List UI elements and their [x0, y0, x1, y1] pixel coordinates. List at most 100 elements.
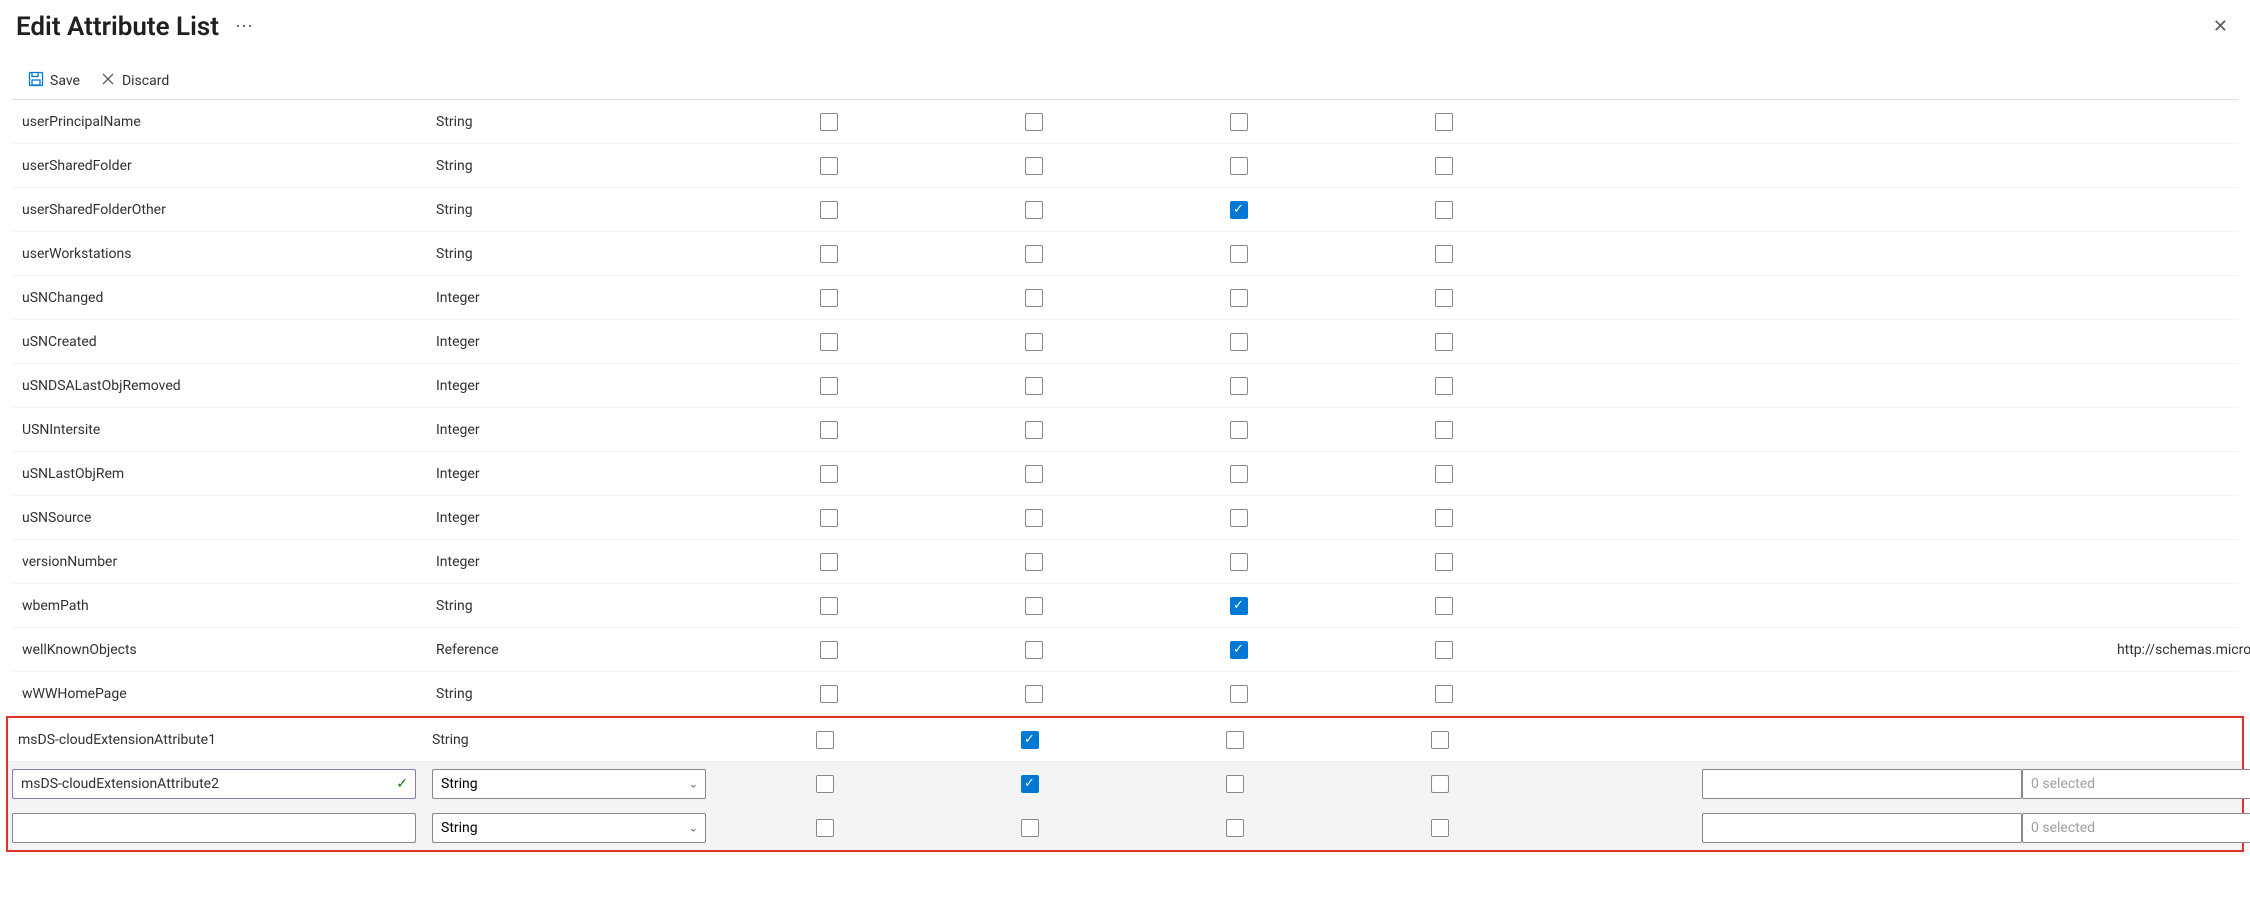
checkbox[interactable] — [1431, 731, 1449, 749]
checkbox[interactable] — [820, 289, 838, 307]
checkbox[interactable] — [1230, 113, 1248, 131]
checkbox[interactable] — [1025, 509, 1043, 527]
checkbox[interactable] — [1230, 157, 1248, 175]
checkbox[interactable] — [1025, 641, 1043, 659]
checkbox[interactable] — [1435, 333, 1453, 351]
checkbox[interactable] — [1025, 113, 1043, 131]
checkbox[interactable] — [820, 113, 838, 131]
checkbox[interactable] — [820, 509, 838, 527]
checkbox[interactable] — [1431, 775, 1449, 793]
checkbox[interactable] — [820, 333, 838, 351]
multi-select[interactable]: 0 selected⌄ — [2022, 813, 2250, 843]
checkbox[interactable] — [1230, 245, 1248, 263]
checkbox[interactable] — [1230, 597, 1248, 615]
attr-name: userSharedFolderOther — [16, 202, 436, 218]
checkbox[interactable] — [820, 465, 838, 483]
checkbox[interactable] — [1435, 685, 1453, 703]
checkbox[interactable] — [1025, 333, 1043, 351]
attr-value-input[interactable] — [1702, 769, 2022, 799]
checkbox[interactable] — [820, 685, 838, 703]
attr-type-select[interactable]: StringIntegerReferenceBooleanBinary — [432, 769, 706, 799]
attr-name: USNIntersite — [16, 422, 436, 438]
attr-type-select[interactable]: StringIntegerReferenceBooleanBinary — [432, 813, 706, 843]
attr-name: uSNCreated — [16, 334, 436, 350]
checkbox[interactable] — [1025, 597, 1043, 615]
discard-button[interactable]: Discard — [100, 71, 169, 91]
checkbox[interactable] — [1230, 289, 1248, 307]
table-row: wbemPathString — [12, 584, 2238, 628]
checkbox[interactable] — [1230, 509, 1248, 527]
attr-name: wbemPath — [16, 598, 436, 614]
checkbox[interactable] — [1021, 819, 1039, 837]
checkbox[interactable] — [1025, 421, 1043, 439]
attr-name: uSNLastObjRem — [16, 466, 436, 482]
checkbox[interactable] — [1230, 421, 1248, 439]
attr-type: Integer — [436, 422, 726, 438]
checkbox[interactable] — [1230, 685, 1248, 703]
checkbox[interactable] — [816, 819, 834, 837]
more-icon[interactable]: ⋯ — [235, 16, 255, 37]
table-row: userWorkstationsString — [12, 232, 2238, 276]
checkbox[interactable] — [1435, 289, 1453, 307]
checkbox[interactable] — [1025, 157, 1043, 175]
checkbox[interactable] — [1226, 731, 1244, 749]
checkbox[interactable] — [1021, 775, 1039, 793]
checkbox[interactable] — [1435, 377, 1453, 395]
multi-select-placeholder: 0 selected — [2031, 820, 2095, 836]
checkbox[interactable] — [820, 641, 838, 659]
checkbox[interactable] — [1025, 465, 1043, 483]
checkbox[interactable] — [1435, 201, 1453, 219]
checkbox[interactable] — [1021, 731, 1039, 749]
attr-type: Integer — [436, 334, 726, 350]
checkbox[interactable] — [816, 731, 834, 749]
close-icon[interactable]: ✕ — [2207, 10, 2234, 43]
checkbox[interactable] — [1025, 553, 1043, 571]
save-icon — [28, 71, 44, 91]
checkbox[interactable] — [1435, 597, 1453, 615]
checkbox[interactable] — [1025, 377, 1043, 395]
checkbox[interactable] — [820, 201, 838, 219]
checkbox[interactable] — [1431, 819, 1449, 837]
checkbox[interactable] — [820, 377, 838, 395]
checkbox[interactable] — [1435, 113, 1453, 131]
checkbox[interactable] — [1226, 819, 1244, 837]
attr-type: String — [436, 114, 726, 130]
attr-type: String — [436, 686, 726, 702]
checkbox[interactable] — [1025, 289, 1043, 307]
checkbox[interactable] — [1435, 157, 1453, 175]
attr-value-input[interactable] — [1702, 813, 2022, 843]
checkbox[interactable] — [1230, 201, 1248, 219]
checkbox[interactable] — [1435, 553, 1453, 571]
save-button[interactable]: Save — [28, 71, 80, 91]
table-row: uSNSourceInteger — [12, 496, 2238, 540]
attr-name-input[interactable] — [12, 813, 416, 843]
checkbox[interactable] — [1230, 377, 1248, 395]
checkbox[interactable] — [1025, 685, 1043, 703]
checkbox[interactable] — [1230, 333, 1248, 351]
checkbox[interactable] — [820, 245, 838, 263]
checkbox[interactable] — [820, 553, 838, 571]
checkbox[interactable] — [1230, 465, 1248, 483]
checkbox[interactable] — [816, 775, 834, 793]
table-row: versionNumberInteger — [12, 540, 2238, 584]
checkbox[interactable] — [1230, 641, 1248, 659]
checkbox[interactable] — [1230, 553, 1248, 571]
checkbox[interactable] — [1435, 245, 1453, 263]
checkbox[interactable] — [1435, 465, 1453, 483]
attr-name-input[interactable] — [12, 769, 416, 799]
checkbox[interactable] — [1435, 421, 1453, 439]
multi-select[interactable]: 0 selected⌄ — [2022, 769, 2250, 799]
checkbox[interactable] — [820, 421, 838, 439]
table-row: userSharedFolderString — [12, 144, 2238, 188]
checkbox[interactable] — [1025, 245, 1043, 263]
checkbox[interactable] — [1435, 509, 1453, 527]
checkbox[interactable] — [820, 597, 838, 615]
checkbox[interactable] — [820, 157, 838, 175]
table-row: uSNDSALastObjRemovedInteger — [12, 364, 2238, 408]
table-row: uSNCreatedInteger — [12, 320, 2238, 364]
checkbox[interactable] — [1025, 201, 1043, 219]
table-row: wWWHomePageString — [12, 672, 2238, 716]
attr-type: Integer — [436, 554, 726, 570]
checkbox[interactable] — [1435, 641, 1453, 659]
checkbox[interactable] — [1226, 775, 1244, 793]
